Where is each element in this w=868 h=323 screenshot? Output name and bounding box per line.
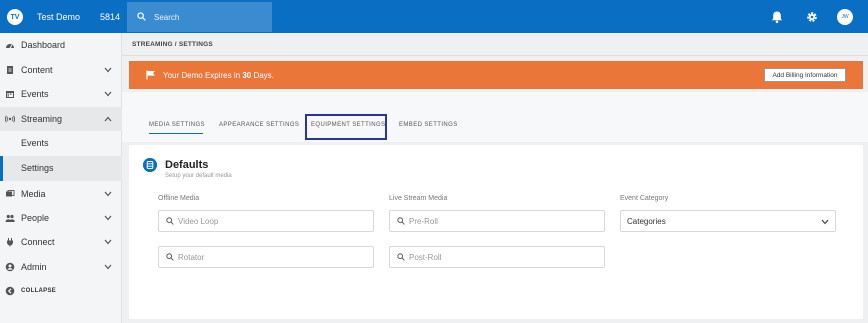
event-category-select[interactable]: Categories <box>620 210 836 232</box>
sidebar-item-label: Media <box>21 189 46 199</box>
gear-icon[interactable] <box>805 10 819 24</box>
sidebar-item-dashboard[interactable]: Dashboard <box>0 33 122 57</box>
card-title: Defaults <box>165 159 209 171</box>
broadcast-icon <box>5 115 15 123</box>
live-stream-media-label: Live Stream Media <box>389 195 448 202</box>
collapse-label: COLLAPSE <box>21 288 57 294</box>
sidebar-subitem-settings[interactable]: Settings <box>0 156 122 181</box>
org-id: 5814 <box>100 12 121 22</box>
search-input[interactable]: Search <box>127 2 272 32</box>
sidebar: Dashboard Content Events Streaming Event… <box>0 33 122 323</box>
search-icon <box>397 253 405 261</box>
rotator-placeholder: Rotator <box>178 253 205 262</box>
search-placeholder: Search <box>154 13 180 22</box>
divider <box>122 55 868 56</box>
card-subtitle: Setup your default media <box>165 173 232 179</box>
search-icon <box>166 217 174 225</box>
search-icon <box>397 217 405 225</box>
media-icon <box>6 190 15 197</box>
event-category-label: Event Category <box>620 195 669 202</box>
document-icon <box>7 66 13 74</box>
calendar-icon <box>6 91 14 98</box>
chevron-down-icon <box>104 215 112 221</box>
sidebar-item-connect[interactable]: Connect <box>0 230 122 254</box>
tab-embed-settings[interactable]: EMBED SETTINGS <box>399 122 458 128</box>
database-icon <box>143 158 157 172</box>
highlight-box <box>305 114 387 140</box>
video-loop-placeholder: Video Loop <box>178 217 219 226</box>
pre-roll-placeholder: Pre-Roll <box>409 217 438 226</box>
sidebar-subitem-events[interactable]: Events <box>0 131 122 156</box>
chevron-down-icon <box>104 264 112 270</box>
top-bar: TV Test Demo 5814 Search JW <box>0 0 868 33</box>
tab-bar <box>122 92 868 142</box>
sidebar-subitem-label: Settings <box>21 163 54 173</box>
chevron-down-icon <box>104 91 112 97</box>
chevron-left-circle-icon <box>5 286 15 296</box>
chevron-down-icon <box>821 219 829 225</box>
post-roll-placeholder: Post-Roll <box>409 253 442 262</box>
rotator-input[interactable]: Rotator <box>158 246 374 268</box>
sidebar-item-label: Streaming <box>21 114 63 124</box>
sidebar-subitem-label: Events <box>21 138 49 148</box>
user-circle-icon <box>5 262 15 272</box>
tab-appearance-settings[interactable]: APPEARANCE SETTINGS <box>219 122 299 128</box>
chevron-down-icon <box>104 67 112 73</box>
sidebar-item-label: Content <box>21 65 53 75</box>
defaults-card: Defaults Setup your default media Offlin… <box>129 145 863 319</box>
flag-icon <box>146 70 155 80</box>
sidebar-item-admin[interactable]: Admin <box>0 255 122 279</box>
tab-media-settings[interactable]: MEDIA SETTINGS <box>149 122 205 128</box>
chevron-down-icon <box>104 191 112 197</box>
chevron-up-icon <box>104 116 112 122</box>
video-loop-input[interactable]: Video Loop <box>158 210 374 232</box>
sidebar-item-content[interactable]: Content <box>0 58 122 82</box>
pre-roll-input[interactable]: Pre-Roll <box>389 210 605 232</box>
sidebar-item-label: People <box>21 213 50 223</box>
add-billing-button[interactable]: Add Billing Information <box>764 68 846 82</box>
sidebar-item-label: Dashboard <box>21 40 66 50</box>
avatar[interactable]: JW <box>837 9 853 25</box>
bell-icon[interactable] <box>770 10 784 24</box>
trial-banner: Your Demo Expires in 30 Days. Add Billin… <box>129 61 863 89</box>
search-icon <box>137 12 146 21</box>
sidebar-item-label: Admin <box>21 262 47 272</box>
breadcrumb: STREAMING / SETTINGS <box>132 41 213 48</box>
collapse-button[interactable]: COLLAPSE <box>0 279 122 303</box>
banner-message: Your Demo Expires in 30 Days. <box>163 71 274 80</box>
sidebar-item-people[interactable]: People <box>0 206 122 230</box>
sidebar-item-events[interactable]: Events <box>0 82 122 106</box>
active-tab-indicator <box>149 133 203 134</box>
dashboard-icon <box>6 44 14 49</box>
sidebar-item-label: Events <box>21 89 49 99</box>
offline-media-label: Offline Media <box>158 195 200 202</box>
search-icon <box>166 253 174 261</box>
sidebar-item-media[interactable]: Media <box>0 182 122 206</box>
plug-icon <box>7 238 13 247</box>
sidebar-item-label: Connect <box>21 237 55 247</box>
sidebar-item-streaming[interactable]: Streaming <box>0 107 122 131</box>
org-name: Test Demo <box>37 12 81 22</box>
chevron-down-icon <box>104 239 112 245</box>
people-icon <box>5 214 15 222</box>
brand[interactable]: TV Test Demo 5814 <box>0 0 124 33</box>
banner-days: 30 <box>242 71 252 80</box>
post-roll-input[interactable]: Post-Roll <box>389 246 605 268</box>
logo[interactable]: TV <box>7 9 23 25</box>
event-category-value: Categories <box>627 217 666 226</box>
